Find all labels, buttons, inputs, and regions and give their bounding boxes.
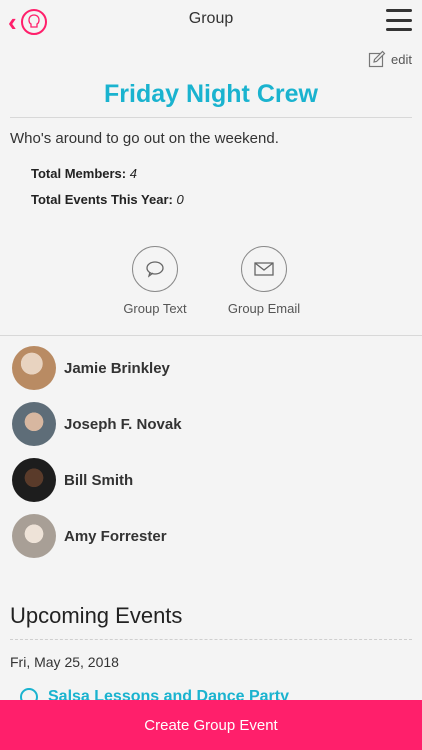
group-description: Who's around to go out on the weekend. [10,130,279,147]
hamburger-menu-icon[interactable] [386,9,412,31]
total-events-stat: Total Events This Year: 0 [31,192,184,207]
group-name: Friday Night Crew [104,80,318,108]
total-members-stat: Total Members: 4 [31,166,137,181]
group-text-button[interactable]: Group Text [100,246,210,316]
chat-bubble-icon [146,261,164,278]
envelope-icon [254,262,274,276]
group-text-label: Group Text [123,301,187,316]
divider [10,639,412,641]
member-name: Bill Smith [64,471,134,489]
create-group-event-button[interactable]: Create Group Event [0,700,422,750]
member-name: Jamie Brinkley [64,359,170,377]
member-name: Joseph F. Novak [64,415,182,433]
top-bar: ‹ Group [0,0,422,42]
pencil-square-icon [368,50,386,68]
stat-value: 4 [129,166,137,181]
member-name: Amy Forrester [64,527,167,545]
event-date: Fri, May 25, 2018 [10,654,119,670]
edit-label: edit [391,51,412,67]
avatar [12,514,56,558]
divider [0,335,422,336]
group-email-label: Group Email [227,301,301,316]
page-title: Group [188,10,234,27]
member-row[interactable]: Amy Forrester [12,514,167,558]
avatar [12,458,56,502]
group-text-circle[interactable] [132,246,178,292]
divider [10,117,412,118]
edit-button[interactable]: edit [368,50,412,68]
group-email-circle[interactable] [241,246,287,292]
avatar [12,402,56,446]
stat-label: Total Events This Year: [31,192,173,207]
stat-value: 0 [176,192,184,207]
member-row[interactable]: Joseph F. Novak [12,402,182,446]
stat-label: Total Members: [31,166,127,181]
member-row[interactable]: Bill Smith [12,458,133,502]
avatar [12,346,56,390]
member-row[interactable]: Jamie Brinkley [12,346,170,390]
upcoming-events-heading: Upcoming Events [10,603,183,628]
group-email-button[interactable]: Group Email [209,246,319,316]
